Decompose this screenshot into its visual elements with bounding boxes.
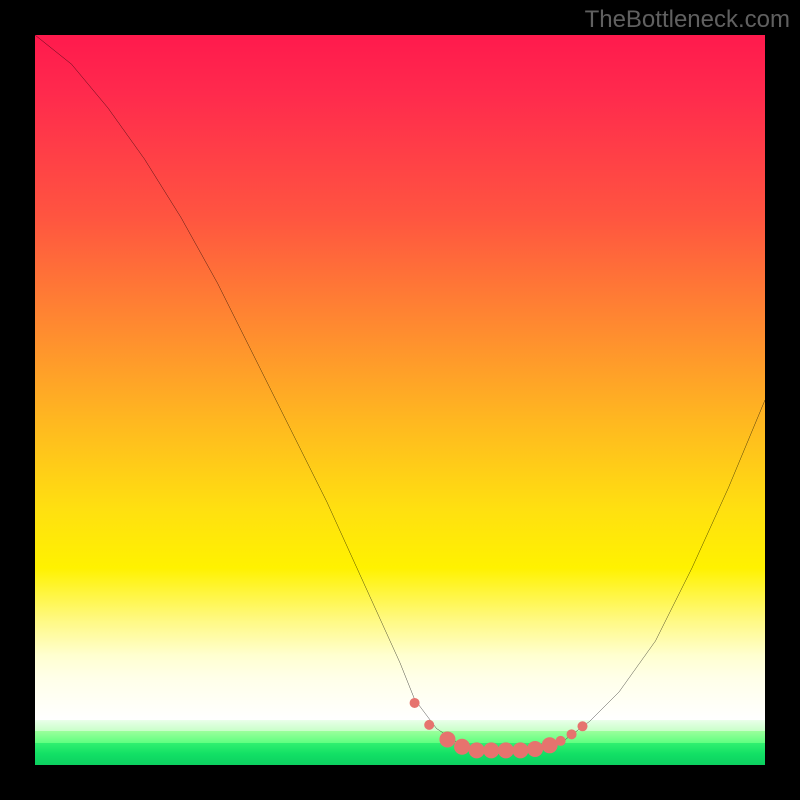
range-marker-dot	[512, 742, 528, 758]
bottleneck-curve-line	[35, 35, 765, 750]
watermark-text: TheBottleneck.com	[585, 6, 790, 34]
range-marker-dot	[498, 742, 514, 758]
range-marker-dot	[556, 736, 566, 746]
range-marker-dot	[577, 721, 587, 731]
range-marker-dot	[542, 737, 558, 753]
range-marker-dot	[410, 698, 420, 708]
chart-frame	[35, 35, 765, 765]
range-marker-dot	[567, 729, 577, 739]
range-marker-dot	[527, 741, 543, 757]
range-marker-dot	[469, 742, 485, 758]
range-marker-dot	[424, 720, 434, 730]
range-marker-dot	[454, 739, 470, 755]
range-marker-dot	[439, 731, 455, 747]
chart-svg	[35, 35, 765, 765]
range-marker-dot	[483, 742, 499, 758]
